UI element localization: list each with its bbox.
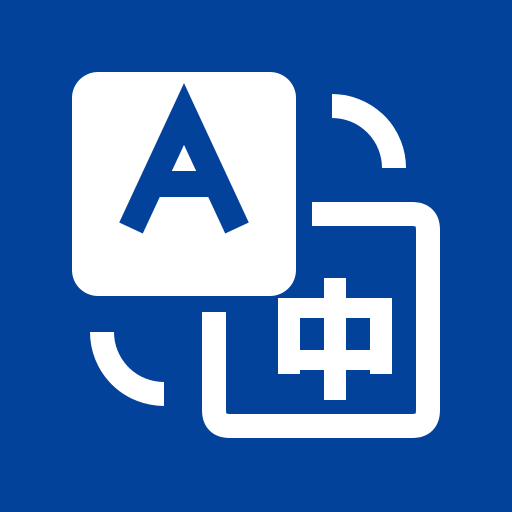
translate-icon-graphic (0, 0, 512, 512)
translate-app-icon (0, 0, 512, 512)
